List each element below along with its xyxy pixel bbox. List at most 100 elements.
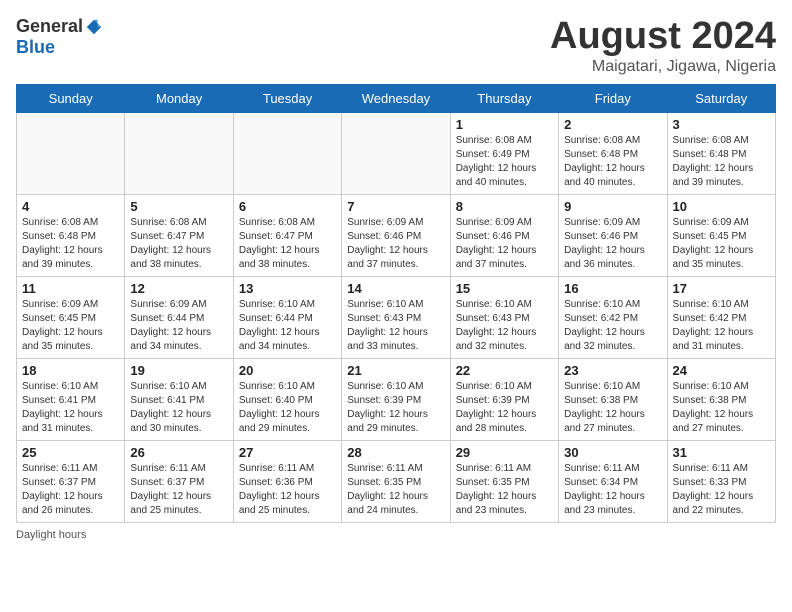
calendar-cell: 18Sunrise: 6:10 AM Sunset: 6:41 PM Dayli…: [17, 358, 125, 440]
day-info: Sunrise: 6:10 AM Sunset: 6:42 PM Dayligh…: [564, 298, 661, 354]
month-title: August 2024: [550, 16, 776, 58]
day-info: Sunrise: 6:09 AM Sunset: 6:45 PM Dayligh…: [673, 216, 770, 272]
day-number: 8: [456, 199, 553, 214]
calendar-cell: 26 Sunrise: 6:11 AM Sunset: 6:37 PM Dayli…: [125, 440, 233, 522]
day-number: 29: [456, 445, 553, 460]
calendar-day-header: Saturday: [667, 84, 775, 112]
title-block: August 2024 Maigatari, Jigawa, Nigeria: [550, 16, 776, 76]
day-number: 14: [347, 281, 444, 296]
day-number: 26: [130, 445, 227, 460]
day-info: Sunrise: 6:10 AM Sunset: 6:39 PM Dayligh…: [456, 380, 553, 436]
calendar-cell: [342, 112, 450, 194]
day-number: 17: [673, 281, 770, 296]
day-info: Sunrise: 6:08 AM Sunset: 6:48 PM Dayligh…: [564, 134, 661, 190]
day-number: 5: [130, 199, 227, 214]
calendar-day-header: Friday: [559, 84, 667, 112]
logo-blue-text: Blue: [16, 37, 55, 57]
calendar-cell: 7 Sunrise: 6:09 AM Sunset: 6:46 PM Daylig…: [342, 194, 450, 276]
day-info: Sunrise: 6:09 AM Sunset: 6:45 PM Dayligh…: [22, 298, 119, 354]
day-number: 3: [673, 117, 770, 132]
calendar-cell: 24 Sunrise: 6:10 AM Sunset: 6:38 PM Dayli…: [667, 358, 775, 440]
calendar-day-header: Thursday: [450, 84, 558, 112]
day-number: 2: [564, 117, 661, 132]
day-number: 19: [130, 363, 227, 378]
day-info: Sunrise: 6:10 AM Sunset: 6:38 PM Dayligh…: [673, 380, 770, 436]
day-info: Sunrise: 6:11 AM Sunset: 6:35 PM Dayligh…: [347, 462, 444, 518]
calendar-cell: 28 Sunrise: 6:11 AM Sunset: 6:35 PM Dayli…: [342, 440, 450, 522]
calendar-cell: 15 Sunrise: 6:10 AM Sunset: 6:43 PM Dayli…: [450, 276, 558, 358]
location: Maigatari, Jigawa, Nigeria: [550, 58, 776, 76]
day-info: Sunrise: 6:11 AM Sunset: 6:37 PM Dayligh…: [130, 462, 227, 518]
calendar-cell: 27 Sunrise: 6:11 AM Sunset: 6:36 PM Dayli…: [233, 440, 341, 522]
calendar-cell: 3 Sunrise: 6:08 AM Sunset: 6:48 PM Daylig…: [667, 112, 775, 194]
calendar-cell: 29 Sunrise: 6:11 AM Sunset: 6:35 PM Dayli…: [450, 440, 558, 522]
day-number: 11: [22, 281, 119, 296]
day-info: Sunrise: 6:10 AM Sunset: 6:43 PM Dayligh…: [456, 298, 553, 354]
calendar-week-row: 25 Sunrise: 6:11 AM Sunset: 6:37 PM Dayli…: [17, 440, 776, 522]
day-info: Sunrise: 6:09 AM Sunset: 6:46 PM Dayligh…: [564, 216, 661, 272]
calendar-table: SundayMondayTuesdayWednesdayThursdayFrid…: [16, 84, 776, 523]
day-info: Sunrise: 6:08 AM Sunset: 6:47 PM Dayligh…: [130, 216, 227, 272]
calendar-cell: 10 Sunrise: 6:09 AM Sunset: 6:45 PM Dayli…: [667, 194, 775, 276]
calendar-cell: 25 Sunrise: 6:11 AM Sunset: 6:37 PM Dayli…: [17, 440, 125, 522]
day-info: Sunrise: 6:11 AM Sunset: 6:36 PM Dayligh…: [239, 462, 336, 518]
calendar-cell: 21Sunrise: 6:10 AM Sunset: 6:39 PM Dayli…: [342, 358, 450, 440]
calendar-cell: [233, 112, 341, 194]
day-info: Sunrise: 6:10 AM Sunset: 6:40 PM Dayligh…: [239, 380, 336, 436]
calendar-header-row: SundayMondayTuesdayWednesdayThursdayFrid…: [17, 84, 776, 112]
day-number: 16: [564, 281, 661, 296]
day-info: Sunrise: 6:08 AM Sunset: 6:48 PM Dayligh…: [22, 216, 119, 272]
day-info: Sunrise: 6:09 AM Sunset: 6:46 PM Dayligh…: [347, 216, 444, 272]
footer-note: Daylight hours: [16, 529, 776, 541]
calendar-day-header: Wednesday: [342, 84, 450, 112]
day-info: Sunrise: 6:11 AM Sunset: 6:35 PM Dayligh…: [456, 462, 553, 518]
calendar-cell: 30Sunrise: 6:11 AM Sunset: 6:34 PM Dayli…: [559, 440, 667, 522]
day-number: 1: [456, 117, 553, 132]
logo: General Blue: [16, 16, 103, 58]
calendar-cell: 14 Sunrise: 6:10 AM Sunset: 6:43 PM Dayli…: [342, 276, 450, 358]
calendar-cell: 4 Sunrise: 6:08 AM Sunset: 6:48 PM Daylig…: [17, 194, 125, 276]
calendar-cell: 16 Sunrise: 6:10 AM Sunset: 6:42 PM Dayli…: [559, 276, 667, 358]
calendar-cell: 23Sunrise: 6:10 AM Sunset: 6:38 PM Dayli…: [559, 358, 667, 440]
calendar-cell: 6Sunrise: 6:08 AM Sunset: 6:47 PM Daylig…: [233, 194, 341, 276]
calendar-cell: [125, 112, 233, 194]
day-number: 15: [456, 281, 553, 296]
logo-icon: [85, 18, 103, 36]
calendar-week-row: 18 Sunrise: 6:10 AM Sunset: 6:41 PM Dayli…: [17, 358, 776, 440]
logo-general-text: General: [16, 16, 83, 37]
day-number: 22: [456, 363, 553, 378]
day-number: 10: [673, 199, 770, 214]
calendar-cell: 5 Sunrise: 6:08 AM Sunset: 6:47 PM Daylig…: [125, 194, 233, 276]
day-number: 27: [239, 445, 336, 460]
day-number: 18: [22, 363, 119, 378]
day-number: 24: [673, 363, 770, 378]
day-number: 20: [239, 363, 336, 378]
calendar-cell: 2 Sunrise: 6:08 AM Sunset: 6:48 PM Daylig…: [559, 112, 667, 194]
calendar-day-header: Tuesday: [233, 84, 341, 112]
day-number: 30: [564, 445, 661, 460]
day-number: 7: [347, 199, 444, 214]
day-number: 13: [239, 281, 336, 296]
day-info: Sunrise: 6:10 AM Sunset: 6:44 PM Dayligh…: [239, 298, 336, 354]
day-info: Sunrise: 6:11 AM Sunset: 6:37 PM Dayligh…: [22, 462, 119, 518]
day-number: 9: [564, 199, 661, 214]
day-info: Sunrise: 6:09 AM Sunset: 6:44 PM Dayligh…: [130, 298, 227, 354]
calendar-week-row: 1 Sunrise: 6:08 AM Sunset: 6:49 PM Daylig…: [17, 112, 776, 194]
calendar-cell: 1 Sunrise: 6:08 AM Sunset: 6:49 PM Daylig…: [450, 112, 558, 194]
calendar-week-row: 4 Sunrise: 6:08 AM Sunset: 6:48 PM Daylig…: [17, 194, 776, 276]
day-number: 28: [347, 445, 444, 460]
day-info: Sunrise: 6:10 AM Sunset: 6:42 PM Dayligh…: [673, 298, 770, 354]
day-number: 25: [22, 445, 119, 460]
day-info: Sunrise: 6:10 AM Sunset: 6:41 PM Dayligh…: [130, 380, 227, 436]
calendar-cell: 9 Sunrise: 6:09 AM Sunset: 6:46 PM Daylig…: [559, 194, 667, 276]
day-number: 4: [22, 199, 119, 214]
calendar-day-header: Monday: [125, 84, 233, 112]
day-info: Sunrise: 6:10 AM Sunset: 6:38 PM Dayligh…: [564, 380, 661, 436]
day-info: Sunrise: 6:08 AM Sunset: 6:48 PM Dayligh…: [673, 134, 770, 190]
day-number: 12: [130, 281, 227, 296]
calendar-cell: 22 Sunrise: 6:10 AM Sunset: 6:39 PM Dayli…: [450, 358, 558, 440]
day-info: Sunrise: 6:08 AM Sunset: 6:49 PM Dayligh…: [456, 134, 553, 190]
day-info: Sunrise: 6:10 AM Sunset: 6:43 PM Dayligh…: [347, 298, 444, 354]
calendar-cell: 11 Sunrise: 6:09 AM Sunset: 6:45 PM Dayli…: [17, 276, 125, 358]
calendar-cell: 19 Sunrise: 6:10 AM Sunset: 6:41 PM Dayli…: [125, 358, 233, 440]
